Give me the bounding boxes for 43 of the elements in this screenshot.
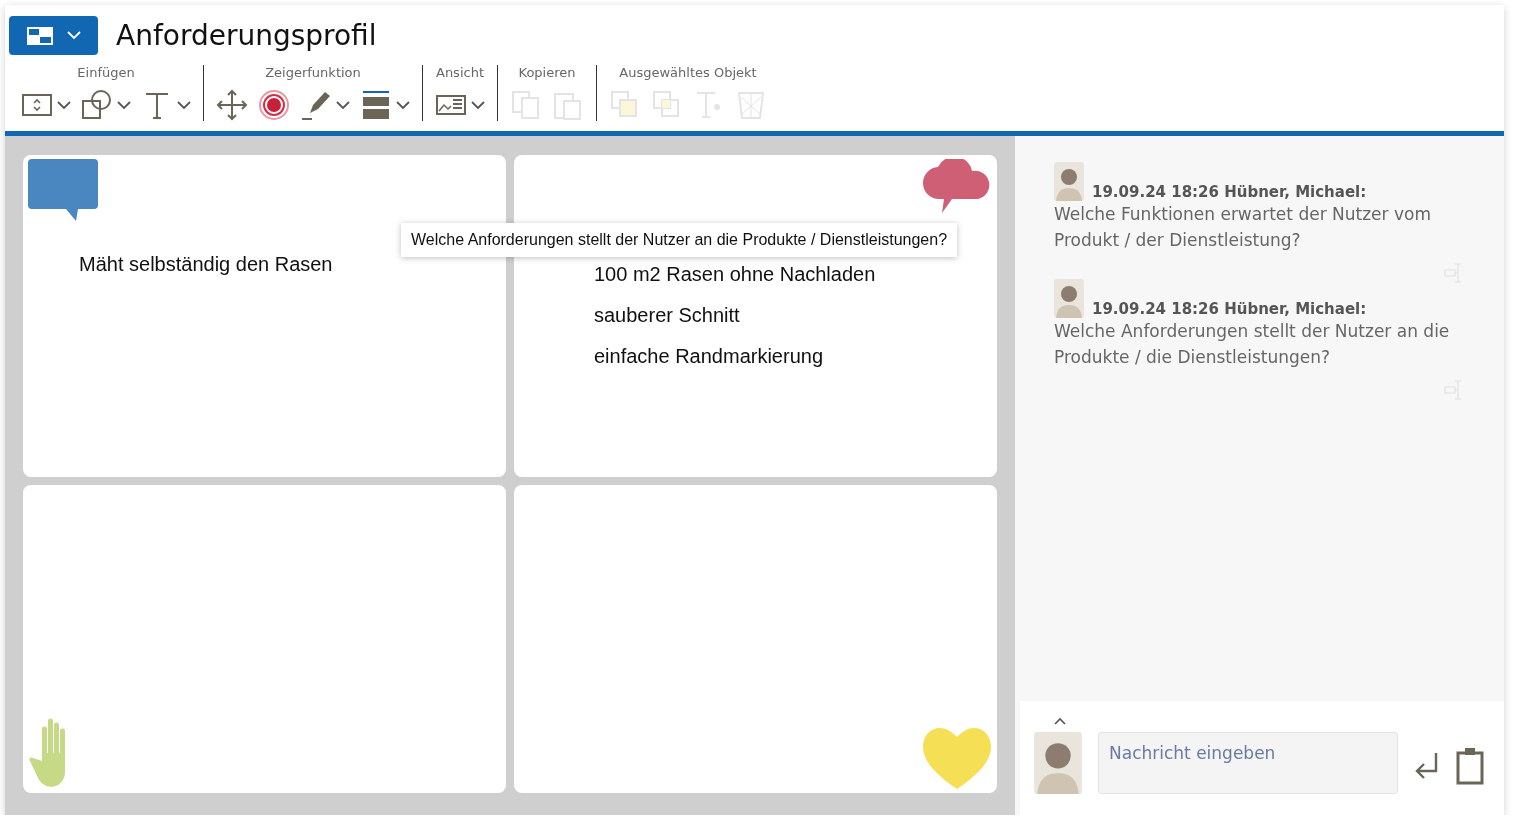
caret-icon <box>336 100 350 110</box>
toolbar-group-label: Ansicht <box>436 65 484 80</box>
line-style-icon <box>360 89 392 121</box>
waste-basket-icon <box>735 89 767 121</box>
caret-icon <box>117 100 131 110</box>
avatar <box>1054 279 1084 318</box>
note-text: sauberer Schnitt <box>594 304 741 327</box>
message-meta: 19.09.24 18:26 Hübner, Michael: <box>1092 300 1367 318</box>
note-text: 100 m2 Rasen ohne Nachladen <box>594 263 877 286</box>
target-icon <box>258 89 290 121</box>
toolbar-button[interactable] <box>79 88 133 122</box>
toolbar-group-label: Einfügen <box>77 65 135 80</box>
layout-menu-button[interactable] <box>9 16 98 55</box>
clipboard-icon <box>1456 747 1484 785</box>
toolbar-group-label: Kopieren <box>518 65 576 80</box>
shapes-icon <box>81 89 113 121</box>
message-text: Welche Anforderungen stellt der Nutzer an die Produkte / die Dienstleistungen? <box>1054 320 1451 369</box>
page-title: Anforderungsprofil <box>116 19 377 52</box>
toolbar-button[interactable] <box>256 88 292 122</box>
message-text: Welche Funktionen erwartet der Nutzer vom Produkt / der Dienstleistung? <box>1054 203 1432 252</box>
clipboard-button[interactable] <box>1456 747 1484 785</box>
note-text: Mäht selbständig den Rasen <box>79 253 334 276</box>
send-button[interactable] <box>1414 751 1440 781</box>
avatar <box>1054 162 1084 201</box>
toolbar-button[interactable] <box>214 88 250 122</box>
caret-icon <box>471 100 485 110</box>
avatar <box>1034 732 1082 794</box>
toolbar-group-label: Ausgewähltes Objekt <box>619 65 757 80</box>
pen-icon <box>300 89 332 121</box>
toolbar-group-label: Zeigerfunktion <box>265 65 361 80</box>
tooltip: Welche Anforderungen stellt der Nutzer an die Produkte / Dienstleistungen? <box>401 223 958 257</box>
message-meta: 19.09.24 18:26 Hübner, Michael: <box>1092 183 1367 201</box>
enter-icon <box>1414 751 1440 781</box>
copy-icon <box>510 89 542 121</box>
caret-icon <box>57 100 71 110</box>
expand-icon[interactable] <box>1054 717 1066 725</box>
layout-icon <box>26 26 53 45</box>
caret-icon <box>66 31 81 40</box>
message-input-field[interactable]: Nachricht eingeben <box>1098 732 1398 794</box>
note-text: einfache Randmarkierung <box>594 345 825 368</box>
caret-icon <box>396 100 410 110</box>
caret-icon <box>177 100 191 110</box>
move-icon <box>216 89 248 121</box>
